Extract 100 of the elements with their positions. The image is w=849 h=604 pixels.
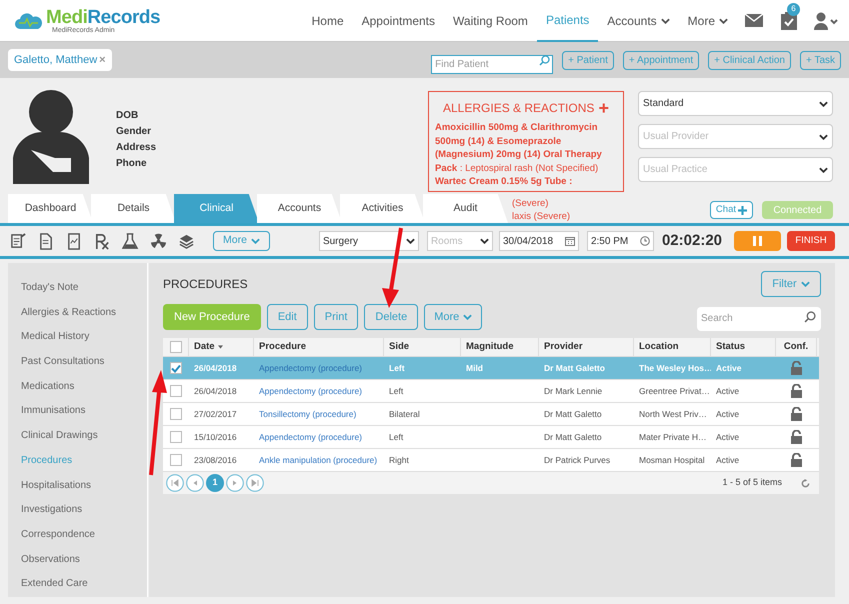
allergy-overflow-text: laxis (Severe) bbox=[512, 210, 570, 223]
page-button[interactable]: 1 bbox=[206, 474, 224, 492]
dropdown-select[interactable]: Standard bbox=[638, 91, 833, 116]
patient-tab[interactable]: Galetto, Matthew × bbox=[8, 49, 112, 71]
nav-link[interactable]: Waiting Room bbox=[444, 0, 537, 42]
chevron-down-icon bbox=[480, 238, 489, 244]
column-header[interactable]: Procedure bbox=[259, 340, 306, 354]
refresh-icon[interactable] bbox=[801, 478, 810, 488]
sidebar-item[interactable]: Extended Care bbox=[21, 578, 88, 590]
sidebar-item[interactable]: Medications bbox=[21, 380, 74, 393]
checkbox[interactable] bbox=[170, 385, 182, 397]
tab[interactable]: Clinical bbox=[174, 194, 259, 223]
tab[interactable]: Details bbox=[91, 194, 176, 223]
table-cell: Active bbox=[716, 362, 742, 374]
sidebar-item[interactable]: Medical History bbox=[21, 331, 90, 344]
nav-link[interactable]: Appointments bbox=[352, 0, 444, 42]
nav-link[interactable]: Accounts bbox=[598, 0, 679, 42]
padlock-icon[interactable] bbox=[791, 407, 802, 421]
search-field[interactable]: Search bbox=[697, 306, 821, 330]
checkbox[interactable] bbox=[170, 341, 182, 353]
padlock-icon[interactable] bbox=[791, 384, 802, 398]
tab[interactable]: Accounts bbox=[257, 194, 342, 223]
column-header[interactable]: Date bbox=[194, 340, 215, 354]
table-cell: Dr Patrick Purves bbox=[544, 454, 610, 466]
action-button[interactable]: Print bbox=[314, 304, 358, 330]
column-header[interactable]: Magnitude bbox=[466, 340, 514, 354]
padlock-icon[interactable] bbox=[791, 453, 802, 467]
prescription-icon[interactable] bbox=[94, 232, 111, 250]
location-select[interactable]: Surgery bbox=[318, 231, 419, 251]
sidebar-item[interactable]: Correspondence bbox=[21, 528, 95, 541]
table-cell: 23/08/2016 bbox=[194, 454, 237, 466]
padlock-icon[interactable] bbox=[791, 430, 802, 444]
search-icon bbox=[539, 54, 550, 66]
column-header[interactable]: Side bbox=[389, 340, 410, 354]
radiation-icon[interactable] bbox=[150, 232, 167, 250]
cloud-logo-icon bbox=[14, 10, 44, 30]
chevron-down-icon bbox=[819, 166, 828, 172]
sidebar-item[interactable]: Allergies & Reactions bbox=[21, 306, 116, 319]
report-icon[interactable] bbox=[66, 232, 83, 250]
find-patient-field[interactable]: Find Patient bbox=[431, 54, 554, 74]
plus-icon bbox=[738, 206, 747, 214]
checkbox[interactable] bbox=[170, 362, 182, 374]
connection-status: Connected bbox=[762, 201, 833, 219]
table-cell: Appendectomy (procedure) bbox=[259, 430, 362, 444]
flask-icon[interactable] bbox=[122, 232, 139, 250]
filter-button[interactable]: Filter bbox=[761, 271, 821, 297]
sidebar-item[interactable]: Past Consultations bbox=[21, 356, 104, 368]
tab[interactable]: Dashboard bbox=[8, 194, 93, 223]
nav-link[interactable]: Home bbox=[302, 0, 353, 42]
sidebar-item[interactable]: Today's Note bbox=[21, 282, 78, 294]
user-icon[interactable] bbox=[813, 12, 839, 30]
mail-icon[interactable] bbox=[745, 14, 763, 27]
checkbox[interactable] bbox=[170, 408, 182, 420]
sort-descending-icon[interactable] bbox=[218, 345, 223, 349]
action-button[interactable]: Delete bbox=[364, 304, 418, 330]
table-cell: 26/04/2018 bbox=[194, 384, 237, 398]
pager-summary: 1 - 5 of 5 items bbox=[722, 476, 782, 490]
table-cell: North West Priv… bbox=[639, 408, 707, 420]
sidebar-item[interactable]: Observations bbox=[21, 554, 80, 566]
tab[interactable]: Activities bbox=[340, 194, 425, 223]
column-header[interactable]: Conf. bbox=[784, 340, 808, 354]
table-cell: Dr Matt Galetto bbox=[544, 430, 602, 444]
date-field[interactable]: 30/04/2018 bbox=[498, 231, 579, 251]
brand-logo-text: MediRecords bbox=[46, 8, 160, 26]
checkbox[interactable] bbox=[170, 431, 182, 443]
sidebar-item[interactable]: Investigations bbox=[21, 504, 82, 516]
notepad-icon[interactable] bbox=[10, 232, 27, 250]
nav-link[interactable]: More bbox=[678, 0, 737, 42]
time-field[interactable]: 2:50 PM bbox=[586, 231, 654, 251]
column-header[interactable]: Provider bbox=[544, 340, 583, 354]
finish-button[interactable]: FINISH bbox=[787, 231, 835, 251]
sidebar-item[interactable]: Clinical Drawings bbox=[21, 430, 98, 442]
allergy-entry: Wartec Cream 0.15% 5g Tube : bbox=[435, 175, 574, 188]
more-button[interactable]: More bbox=[424, 304, 482, 330]
checkbox[interactable] bbox=[170, 454, 182, 466]
clipboard-check-icon[interactable] bbox=[781, 12, 797, 30]
patient-field-label: Phone bbox=[116, 157, 148, 171]
table-cell: Appendectomy (procedure) bbox=[259, 384, 362, 398]
action-button[interactable]: Edit bbox=[266, 304, 308, 330]
column-header[interactable]: Location bbox=[639, 340, 679, 354]
consultation-timer: 02:02:20 bbox=[662, 230, 722, 251]
section-title: PROCEDURES bbox=[163, 276, 248, 293]
sidebar-item[interactable]: Procedures bbox=[21, 454, 72, 467]
table-cell: Active bbox=[716, 430, 740, 444]
add-allergy-icon[interactable]: + bbox=[598, 99, 609, 117]
column-header[interactable]: Status bbox=[716, 340, 746, 354]
more-button[interactable]: More bbox=[213, 231, 270, 251]
document-icon[interactable] bbox=[38, 232, 55, 250]
close-icon[interactable]: × bbox=[99, 52, 106, 68]
chat-button[interactable]: Chat bbox=[710, 201, 753, 219]
tab[interactable]: Audit bbox=[423, 194, 508, 223]
table-cell: Greentree Privat… bbox=[639, 384, 710, 398]
stack-icon[interactable] bbox=[178, 232, 195, 250]
table-cell: 26/04/2018 bbox=[194, 362, 237, 374]
padlock-icon[interactable] bbox=[791, 361, 802, 375]
patient-field-label: DOB bbox=[116, 109, 140, 123]
sidebar-item[interactable]: Hospitalisations bbox=[21, 480, 92, 492]
table-cell: Ankle manipulation (procedure) bbox=[259, 454, 378, 466]
sidebar-item[interactable]: Immunisations bbox=[21, 405, 86, 418]
table-cell: Right bbox=[389, 454, 409, 466]
